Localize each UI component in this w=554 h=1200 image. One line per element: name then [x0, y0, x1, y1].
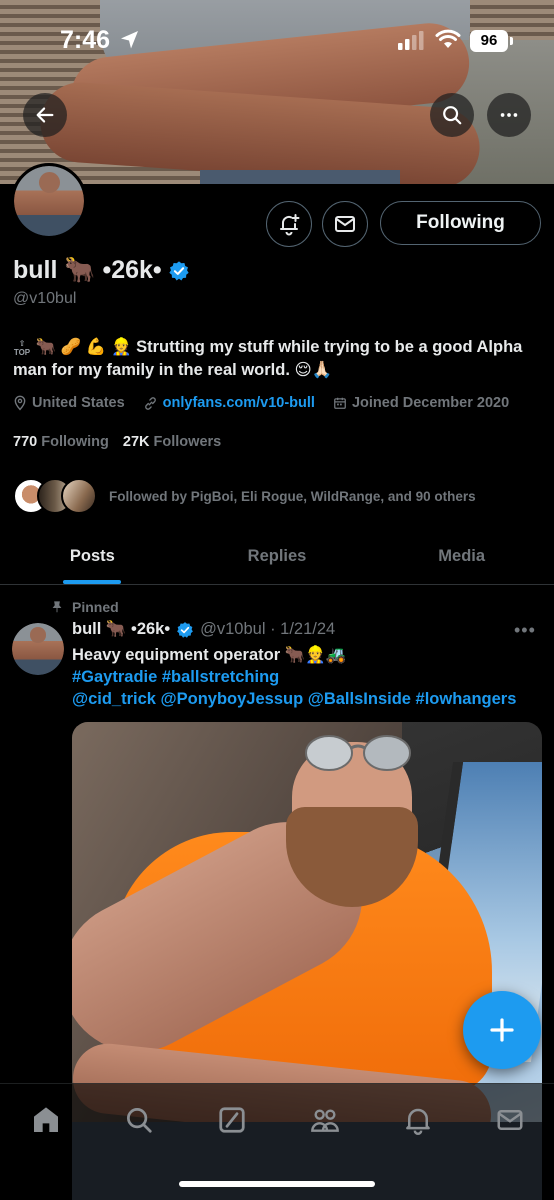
- communities-icon: [311, 1109, 339, 1132]
- followed-by-row[interactable]: Followed by PigBoi, Eli Rogue, WildRange…: [13, 478, 476, 514]
- back-arrow-icon: [36, 107, 54, 123]
- nav-search[interactable]: [119, 1100, 159, 1140]
- nav-notifications[interactable]: [398, 1100, 438, 1140]
- nav-grok[interactable]: [212, 1100, 252, 1140]
- tweet-line-1: Heavy equipment operator 🐂👷🚜: [72, 646, 347, 664]
- follow-counts: 770 Following 27K Followers: [13, 434, 221, 450]
- tweet-body: Heavy equipment operator 🐂👷🚜 #Gaytradie …: [72, 644, 547, 710]
- location-text: United States: [32, 395, 125, 411]
- tweet-author-avatar[interactable]: [12, 623, 64, 675]
- profile-name-row: bull 🐂 •26k•: [13, 256, 190, 285]
- nav-communities[interactable]: [305, 1100, 345, 1140]
- compose-plus-icon: [490, 1018, 514, 1042]
- status-bar: 7:46 96: [0, 0, 554, 80]
- media-sunglasses: [305, 735, 411, 771]
- follower-avatar: [61, 478, 97, 514]
- back-button[interactable]: [23, 93, 67, 137]
- nav-home[interactable]: [26, 1100, 66, 1140]
- home-indicator[interactable]: [179, 1181, 375, 1187]
- messages-icon: [497, 1110, 523, 1130]
- profile-bio: ⇧ TOP 🐂 🥜 💪 👷 Strutting my stuff while tr…: [13, 336, 533, 382]
- banner-jeans: [200, 170, 400, 184]
- following-count-link[interactable]: 770 Following: [13, 434, 109, 450]
- joined-item: Joined December 2020: [333, 395, 509, 411]
- notifications-icon: [406, 1108, 430, 1135]
- avatar-image: [12, 623, 64, 675]
- search-icon: [443, 106, 462, 125]
- tweet-author-name[interactable]: bull 🐂 •26k•: [72, 620, 170, 639]
- following-button[interactable]: Following: [380, 201, 541, 245]
- pin-icon: [52, 601, 62, 613]
- cellular-signal-icon: [398, 31, 424, 50]
- tab-replies[interactable]: Replies: [185, 528, 370, 584]
- tweet-hashtags[interactable]: #Gaytradie #ballstretching: [72, 666, 547, 688]
- tab-media[interactable]: Media: [369, 528, 554, 584]
- pinned-text: Pinned: [72, 599, 119, 615]
- notifications-toggle-button[interactable]: [266, 201, 312, 247]
- display-name: bull 🐂 •26k•: [13, 256, 162, 284]
- avatar-image: [14, 166, 84, 236]
- location-pin-icon: [14, 395, 26, 411]
- followed-by-text: Followed by PigBoi, Eli Rogue, WildRange…: [109, 488, 476, 504]
- verified-badge-icon: [177, 621, 193, 638]
- grok-icon: [219, 1107, 245, 1133]
- status-time: 7:46: [60, 26, 111, 54]
- tweet-handle-date: @v10bul · 1/21/24: [200, 620, 336, 638]
- calendar-icon: [334, 397, 346, 409]
- battery-indicator: 96: [470, 30, 513, 52]
- location-item: United States: [13, 395, 125, 411]
- top-badge-icon: ⇧ TOP: [13, 338, 31, 357]
- profile-avatar[interactable]: [11, 163, 87, 239]
- pinned-label-row: Pinned: [50, 599, 119, 615]
- tweet-mentions[interactable]: @cid_trick @PonyboyJessup @BallsInside #…: [72, 688, 547, 710]
- link-icon: [144, 396, 156, 410]
- bio-emojis: 🐂 🥜 💪 👷: [35, 338, 132, 356]
- profile-handle: @v10bul: [13, 290, 77, 307]
- more-options-button[interactable]: [487, 93, 531, 137]
- nav-messages[interactable]: [490, 1100, 530, 1140]
- verified-badge-icon[interactable]: [168, 260, 190, 282]
- message-button[interactable]: [322, 201, 368, 247]
- home-icon: [34, 1107, 58, 1132]
- followers-count-link[interactable]: 27K Followers: [123, 434, 221, 450]
- envelope-icon: [335, 216, 355, 232]
- tweet-more-button[interactable]: •••: [514, 620, 536, 641]
- more-icon: [500, 113, 518, 117]
- profile-tabs: Posts Replies Media: [0, 528, 554, 585]
- notification-plus-icon: [280, 214, 300, 236]
- search-icon: [127, 1108, 152, 1133]
- compose-button[interactable]: [463, 991, 541, 1069]
- joined-text: Joined December 2020: [351, 395, 510, 411]
- wifi-icon: [435, 29, 461, 48]
- website-link[interactable]: onlyfans.com/v10-bull: [163, 395, 315, 411]
- tab-posts[interactable]: Posts: [0, 528, 185, 584]
- search-button[interactable]: [430, 93, 474, 137]
- location-arrow-icon: [121, 31, 138, 49]
- tweet-header: bull 🐂 •26k• @v10bul · 1/21/24: [72, 620, 335, 639]
- website-item[interactable]: onlyfans.com/v10-bull: [143, 395, 315, 411]
- profile-meta: United States onlyfans.com/v10-bull Join…: [13, 395, 509, 411]
